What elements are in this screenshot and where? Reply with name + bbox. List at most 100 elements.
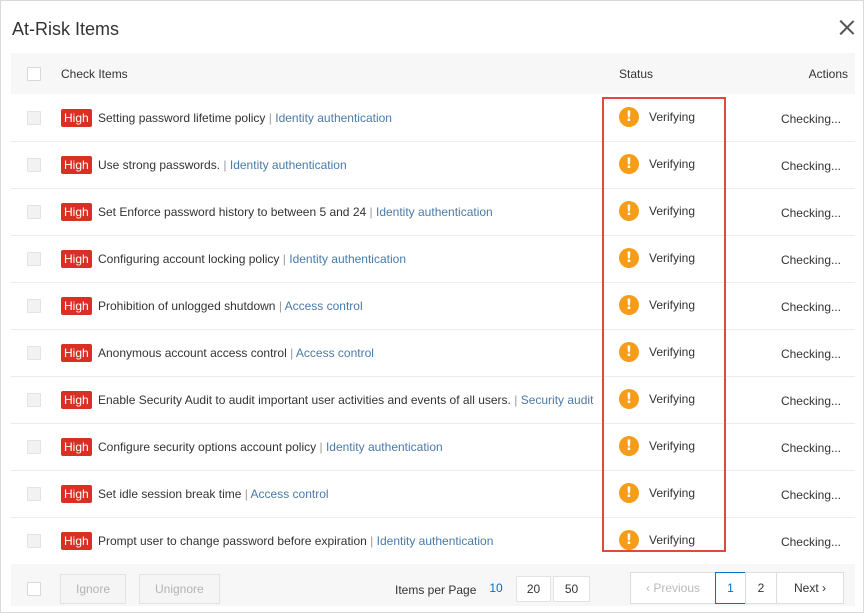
category-link[interactable]: Access control	[251, 487, 329, 501]
check-item-name: Set idle session break time	[98, 487, 242, 501]
row-checkbox[interactable]	[27, 205, 41, 219]
footer-select-all-checkbox[interactable]	[27, 582, 41, 596]
action-text: Checking...	[780, 394, 841, 408]
category-link[interactable]: Access control	[285, 299, 363, 313]
category-link[interactable]: Identity authentication	[377, 534, 494, 548]
category-link[interactable]: Security audit	[521, 393, 594, 407]
separator: |	[370, 534, 374, 548]
check-item-text: Configure security options account polic…	[98, 440, 443, 454]
separator: |	[514, 393, 518, 407]
header-status: Status	[619, 67, 654, 81]
table-row: High Prompt user to change password befor…	[11, 518, 855, 565]
table-footer: Ignore Unignore Items per Page 10 20 50 …	[11, 564, 855, 606]
separator: |	[319, 440, 323, 454]
chevron-right-icon: ›	[822, 581, 827, 595]
category-link[interactable]: Access control	[296, 346, 374, 360]
dialog-title: At-Risk Items	[12, 19, 120, 39]
severity-badge: High	[61, 297, 92, 315]
next-label: Next	[793, 581, 819, 595]
row-checkbox[interactable]	[27, 534, 41, 548]
header-check-items: Check Items	[61, 67, 128, 81]
action-text: Checking...	[780, 300, 841, 314]
check-item-name: Configure security options account polic…	[98, 440, 317, 454]
separator: |	[278, 299, 282, 313]
check-item-text: Configuring account locking policy | Ide…	[98, 252, 406, 266]
previous-label: Previous	[653, 581, 701, 595]
page-size-50[interactable]: 50	[553, 576, 590, 602]
page-size-20[interactable]: 20	[516, 576, 551, 602]
chevron-left-icon: ‹	[645, 581, 650, 595]
header-actions: Actions	[808, 67, 848, 81]
action-text: Checking...	[780, 441, 841, 455]
action-text: Checking...	[780, 535, 841, 549]
category-link[interactable]: Identity authentication	[289, 252, 406, 266]
check-item-text: Enable Security Audit to audit important…	[98, 393, 593, 407]
table-row: High Setting password lifetime policy | I…	[11, 95, 855, 142]
table-row: High Set Enforce password history to betw…	[11, 189, 855, 236]
action-text: Checking...	[780, 347, 841, 361]
select-all-checkbox[interactable]	[27, 67, 41, 81]
row-checkbox[interactable]	[27, 299, 41, 313]
check-item-text: Prohibition of unlogged shutdown | Acces…	[98, 299, 363, 313]
check-item-name: Use strong passwords.	[98, 158, 221, 172]
severity-badge: High	[61, 344, 92, 362]
table-row: High Prohibition of unlogged shutdown | A…	[11, 283, 855, 330]
table-row: High Use strong passwords. | Identity aut…	[11, 142, 855, 189]
check-item-name: Anonymous account access control	[98, 346, 287, 360]
severity-badge: High	[61, 203, 92, 221]
row-checkbox[interactable]	[27, 111, 41, 125]
items-per-page-label: Items per Page	[395, 583, 477, 597]
page-button-1[interactable]: 1	[715, 572, 746, 604]
separator: |	[223, 158, 227, 172]
separator: |	[290, 346, 294, 360]
action-text: Checking...	[780, 253, 841, 267]
row-checkbox[interactable]	[27, 393, 41, 407]
check-item-name: Prompt user to change password before ex…	[98, 534, 367, 548]
action-text: Checking...	[780, 112, 841, 126]
next-page-button[interactable]: Next ›	[776, 572, 844, 604]
close-icon[interactable]	[837, 17, 857, 37]
check-item-name: Set Enforce password history to between …	[98, 205, 367, 219]
table-row: High Enable Security Audit to audit impor…	[11, 377, 855, 424]
check-item-text: Use strong passwords. | Identity authent…	[98, 158, 347, 172]
separator: |	[268, 111, 272, 125]
check-item-text: Set idle session break time | Access con…	[98, 487, 329, 501]
category-link[interactable]: Identity authentication	[230, 158, 347, 172]
at-risk-items-dialog: At-Risk Items Check Items Status Actions…	[0, 0, 864, 613]
row-checkbox[interactable]	[27, 252, 41, 266]
row-checkbox[interactable]	[27, 440, 41, 454]
check-item-name: Enable Security Audit to audit important…	[98, 393, 511, 407]
table-row: High Configure security options account p…	[11, 424, 855, 471]
check-item-text: Set Enforce password history to between …	[98, 205, 493, 219]
ignore-button[interactable]: Ignore	[60, 574, 127, 604]
check-item-name: Setting password lifetime policy	[98, 111, 266, 125]
severity-badge: High	[61, 391, 92, 409]
row-checkbox[interactable]	[27, 487, 41, 501]
severity-badge: High	[61, 109, 92, 127]
severity-badge: High	[61, 438, 92, 456]
status-highlight-box	[602, 97, 726, 552]
severity-badge: High	[61, 485, 92, 503]
row-checkbox[interactable]	[27, 158, 41, 172]
page-button-2[interactable]: 2	[745, 572, 777, 604]
severity-badge: High	[61, 156, 92, 174]
action-text: Checking...	[780, 159, 841, 173]
severity-badge: High	[61, 250, 92, 268]
separator: |	[244, 487, 248, 501]
check-item-text: Setting password lifetime policy | Ident…	[98, 111, 392, 125]
severity-badge: High	[61, 532, 92, 550]
row-checkbox[interactable]	[27, 346, 41, 360]
separator: |	[282, 252, 286, 266]
table-header: Check Items Status Actions	[11, 53, 855, 94]
check-item-name: Prohibition of unlogged shutdown	[98, 299, 276, 313]
category-link[interactable]: Identity authentication	[275, 111, 392, 125]
category-link[interactable]: Identity authentication	[376, 205, 493, 219]
table-row: High Anonymous account access control | A…	[11, 330, 855, 377]
unignore-button[interactable]: Unignore	[139, 574, 220, 604]
table-row: High Configuring account locking policy |…	[11, 236, 855, 283]
separator: |	[369, 205, 373, 219]
previous-page-button[interactable]: ‹ Previous	[630, 572, 716, 604]
action-text: Checking...	[780, 488, 841, 502]
page-size-10[interactable]: 10	[480, 576, 512, 602]
category-link[interactable]: Identity authentication	[326, 440, 443, 454]
